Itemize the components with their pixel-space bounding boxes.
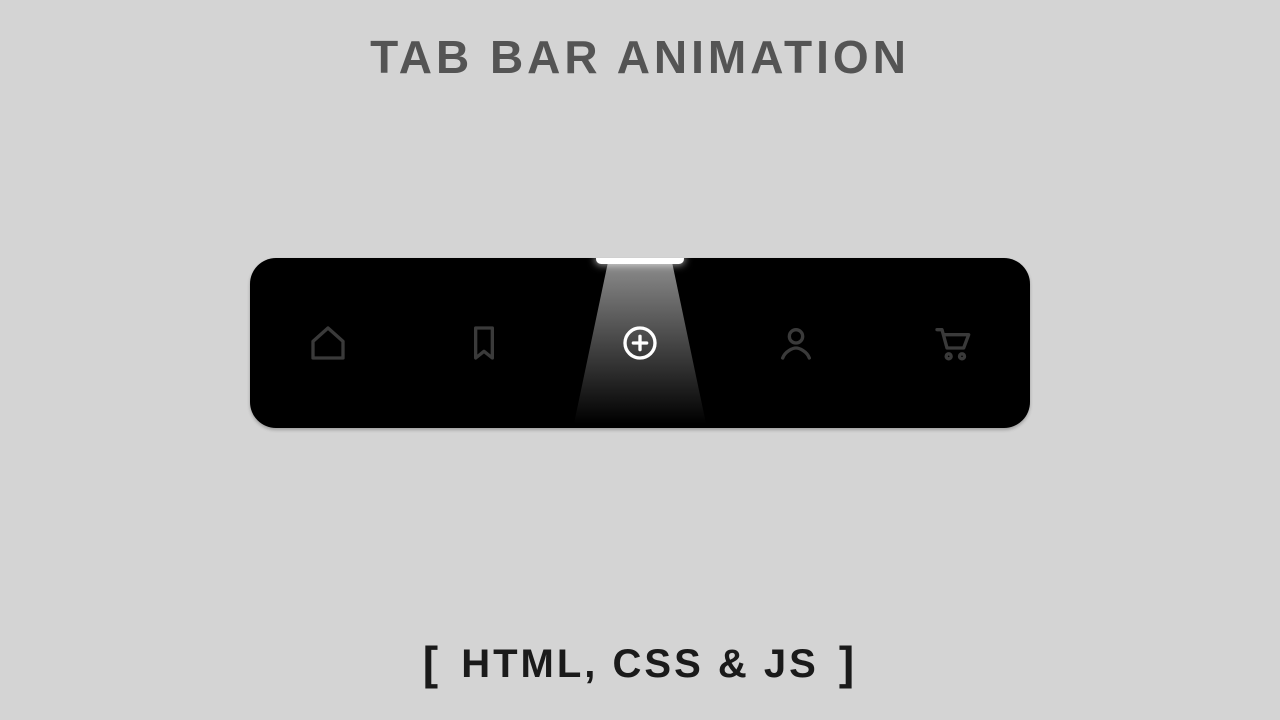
tab-home[interactable]: [250, 258, 406, 428]
tab-add[interactable]: [562, 258, 718, 428]
add-icon: [620, 323, 660, 363]
page-title: TAB BAR ANIMATION: [0, 30, 1280, 84]
tab-profile[interactable]: [718, 258, 874, 428]
bracket-open: [: [417, 637, 447, 689]
bookmark-icon: [464, 323, 504, 363]
tab-bookmark[interactable]: [406, 258, 562, 428]
active-indicator: [596, 258, 684, 264]
cart-icon: [932, 323, 972, 363]
user-icon: [776, 323, 816, 363]
subtitle-text: HTML, CSS & JS: [461, 642, 819, 686]
home-icon: [308, 323, 348, 363]
page-subtitle: [ HTML, CSS & JS ]: [0, 636, 1280, 690]
tab-cart[interactable]: [874, 258, 1030, 428]
bracket-close: ]: [833, 637, 863, 689]
tab-bar: [250, 258, 1030, 428]
